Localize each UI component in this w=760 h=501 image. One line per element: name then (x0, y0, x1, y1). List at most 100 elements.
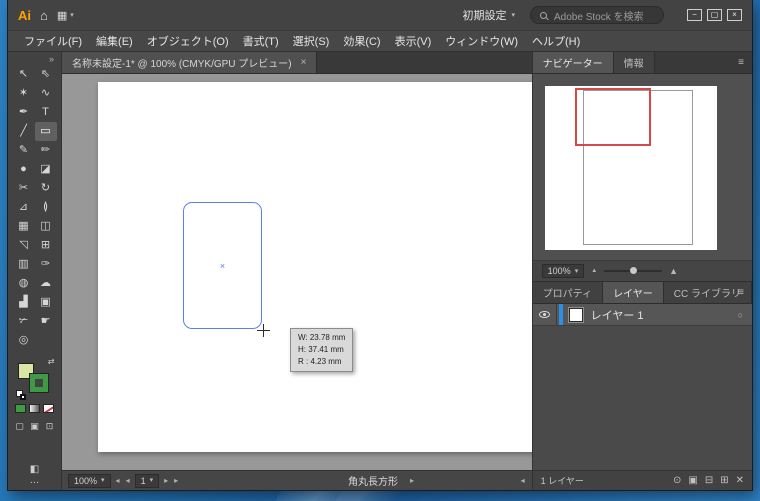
gradient-tool[interactable]: ▥ (13, 255, 35, 274)
edit-toolbar-icon[interactable]: … (30, 476, 40, 486)
menu-item[interactable]: オブジェクト(O) (140, 33, 236, 49)
eraser-tool[interactable]: ◪ (35, 160, 57, 179)
scroll-left-icon[interactable]: ◂ (520, 476, 526, 485)
slice-tool[interactable]: ✃ (13, 312, 35, 331)
navigator-preview[interactable] (544, 86, 717, 250)
make-clipping-mask-icon[interactable]: ▣ (688, 475, 697, 486)
zoom-tool[interactable]: ◎ (13, 331, 35, 350)
navigator-zoom-select[interactable]: 100% ▾ (541, 264, 585, 278)
lasso-tool[interactable]: ∿ (35, 84, 57, 103)
free-transform-tool[interactable]: ▦ (13, 217, 35, 236)
eyedropper-tool[interactable]: ✑ (35, 255, 57, 274)
paintbrush-tool[interactable]: ✎ (13, 141, 35, 160)
symbol-sprayer-tool[interactable]: ☁ (35, 274, 57, 293)
artboard-number-select[interactable]: 1 ▾ (134, 473, 160, 488)
stroke-swatch[interactable] (28, 373, 49, 393)
scale-tool[interactable]: ⊿ (13, 198, 35, 217)
rounded-rectangle-tool[interactable]: ▭ (34, 122, 57, 141)
selection-tool[interactable]: ↖ (13, 65, 35, 84)
previous-artboard-button[interactable]: ◂ (125, 476, 131, 485)
search-icon (540, 11, 547, 19)
menu-item[interactable]: 選択(S) (286, 33, 337, 49)
pencil-tool[interactable]: ✏ (35, 141, 57, 160)
menu-item[interactable]: 編集(E) (89, 33, 140, 49)
navigator-view-rectangle[interactable] (574, 88, 651, 146)
menu-item[interactable]: ファイル(F) (17, 33, 89, 49)
draw-behind-button[interactable]: ▣ (29, 420, 41, 432)
default-fill-stroke-icon[interactable] (15, 390, 26, 400)
shape-builder-tool[interactable]: ◫ (35, 217, 57, 236)
first-artboard-button[interactable]: ◂ (115, 476, 121, 485)
gradient-button[interactable] (29, 404, 40, 413)
layer-name[interactable]: レイヤー 1 (591, 307, 644, 323)
zoom-in-icon[interactable]: ▲ (669, 266, 678, 276)
blend-tool[interactable]: ◍ (13, 274, 35, 293)
menu-item[interactable]: 書式(T) (236, 33, 286, 49)
stock-search-input[interactable]: Adobe Stock を検索 (530, 6, 664, 24)
scissors-tool[interactable]: ✂ (13, 179, 35, 198)
tab-layers[interactable]: レイヤー (603, 282, 664, 303)
screen-mode-icon[interactable]: ◧ (30, 464, 39, 475)
panel-menu-icon[interactable]: ≡ (738, 287, 744, 298)
color-button[interactable] (15, 404, 26, 413)
eye-icon (538, 311, 550, 318)
workspace-label: 初期設定 (462, 10, 507, 22)
menu-item[interactable]: ウィンドウ(W) (438, 33, 525, 49)
workspace-switcher[interactable]: 初期設定 ▾ (456, 5, 521, 25)
width-tool[interactable]: ≬ (35, 198, 57, 217)
magic-wand-tool[interactable]: ✶ (13, 84, 35, 103)
panel-menu-icon[interactable]: ≡ (738, 57, 744, 68)
menu-item[interactable]: ヘルプ(H) (525, 33, 587, 49)
last-artboard-button[interactable]: ▸ (173, 476, 179, 485)
color-mode-row (15, 404, 54, 413)
home-icon[interactable]: ⌂ (40, 9, 48, 22)
tab-info[interactable]: 情報 (613, 52, 655, 73)
direct-selection-tool[interactable]: ⇖ (35, 65, 57, 84)
next-artboard-button[interactable]: ▸ (163, 476, 169, 485)
hand-tool[interactable]: ☛ (35, 312, 57, 331)
maximize-button[interactable]: ▢ (707, 9, 722, 21)
column-graph-tool[interactable]: ▟ (13, 293, 35, 312)
arrange-documents-button[interactable]: ▦ ▾ (57, 9, 74, 22)
tab-properties[interactable]: プロパティ (532, 282, 604, 303)
artboard[interactable] (98, 82, 532, 452)
rounded-rectangle-shape[interactable]: × (183, 202, 262, 329)
target-circle-icon[interactable]: ○ (738, 310, 743, 320)
type-tool[interactable]: T (35, 103, 57, 122)
perspective-grid-tool[interactable]: ◹ (13, 236, 35, 255)
menu-item[interactable]: 表示(V) (388, 33, 439, 49)
layer-row[interactable]: レイヤー 1 ○ (532, 304, 752, 326)
rotate-tool[interactable]: ↻ (35, 179, 57, 198)
line-segment-tool[interactable]: ╱ (13, 122, 35, 141)
search-placeholder: Adobe Stock を検索 (554, 11, 644, 23)
zoom-out-icon[interactable]: ▲ (591, 268, 597, 274)
tab-navigator[interactable]: ナビゲーター (532, 52, 614, 73)
blob-brush-tool[interactable]: ● (13, 160, 35, 179)
mesh-tool[interactable]: ⊞ (35, 236, 57, 255)
scroll-right-icon[interactable]: ▸ (409, 476, 415, 485)
delete-layer-icon[interactable]: ✕ (736, 475, 744, 486)
zoom-level-select[interactable]: 100% ▾ (68, 473, 111, 488)
document-tab[interactable]: 名称未設定-1* @ 100% (CMYK/GPU プレビュー) × (62, 52, 318, 73)
close-tab-icon[interactable]: × (301, 57, 307, 68)
locate-object-icon[interactable]: ⊙ (673, 475, 681, 486)
collapse-panel-icon[interactable]: » (8, 54, 61, 65)
close-button[interactable]: × (727, 9, 742, 21)
pen-tool[interactable]: ✒ (13, 103, 35, 122)
navigator-tab-row: ナビゲーター 情報 ≡ (532, 52, 752, 74)
artboard-tool[interactable]: ▣ (35, 293, 57, 312)
navigator-zoom-slider[interactable] (604, 267, 663, 274)
layer-thumbnail[interactable] (568, 307, 583, 322)
new-sublayer-icon[interactable]: ⊟ (705, 475, 713, 486)
draw-inside-button[interactable]: ⊡ (44, 420, 56, 432)
minimize-button[interactable]: − (687, 9, 702, 21)
menu-item[interactable]: 効果(C) (336, 33, 387, 49)
swap-fill-stroke-icon[interactable]: ⇄ (48, 357, 55, 366)
layer-selection-accent (558, 304, 563, 325)
slider-thumb[interactable] (630, 267, 638, 274)
canvas[interactable]: × W: 23.78 mm H: 37.41 mm R : 4.23 mm (62, 74, 532, 470)
new-layer-icon[interactable]: ⊞ (720, 475, 728, 486)
visibility-toggle[interactable] (533, 304, 557, 325)
draw-normal-button[interactable]: ▢ (14, 420, 26, 432)
none-button[interactable] (43, 404, 54, 413)
